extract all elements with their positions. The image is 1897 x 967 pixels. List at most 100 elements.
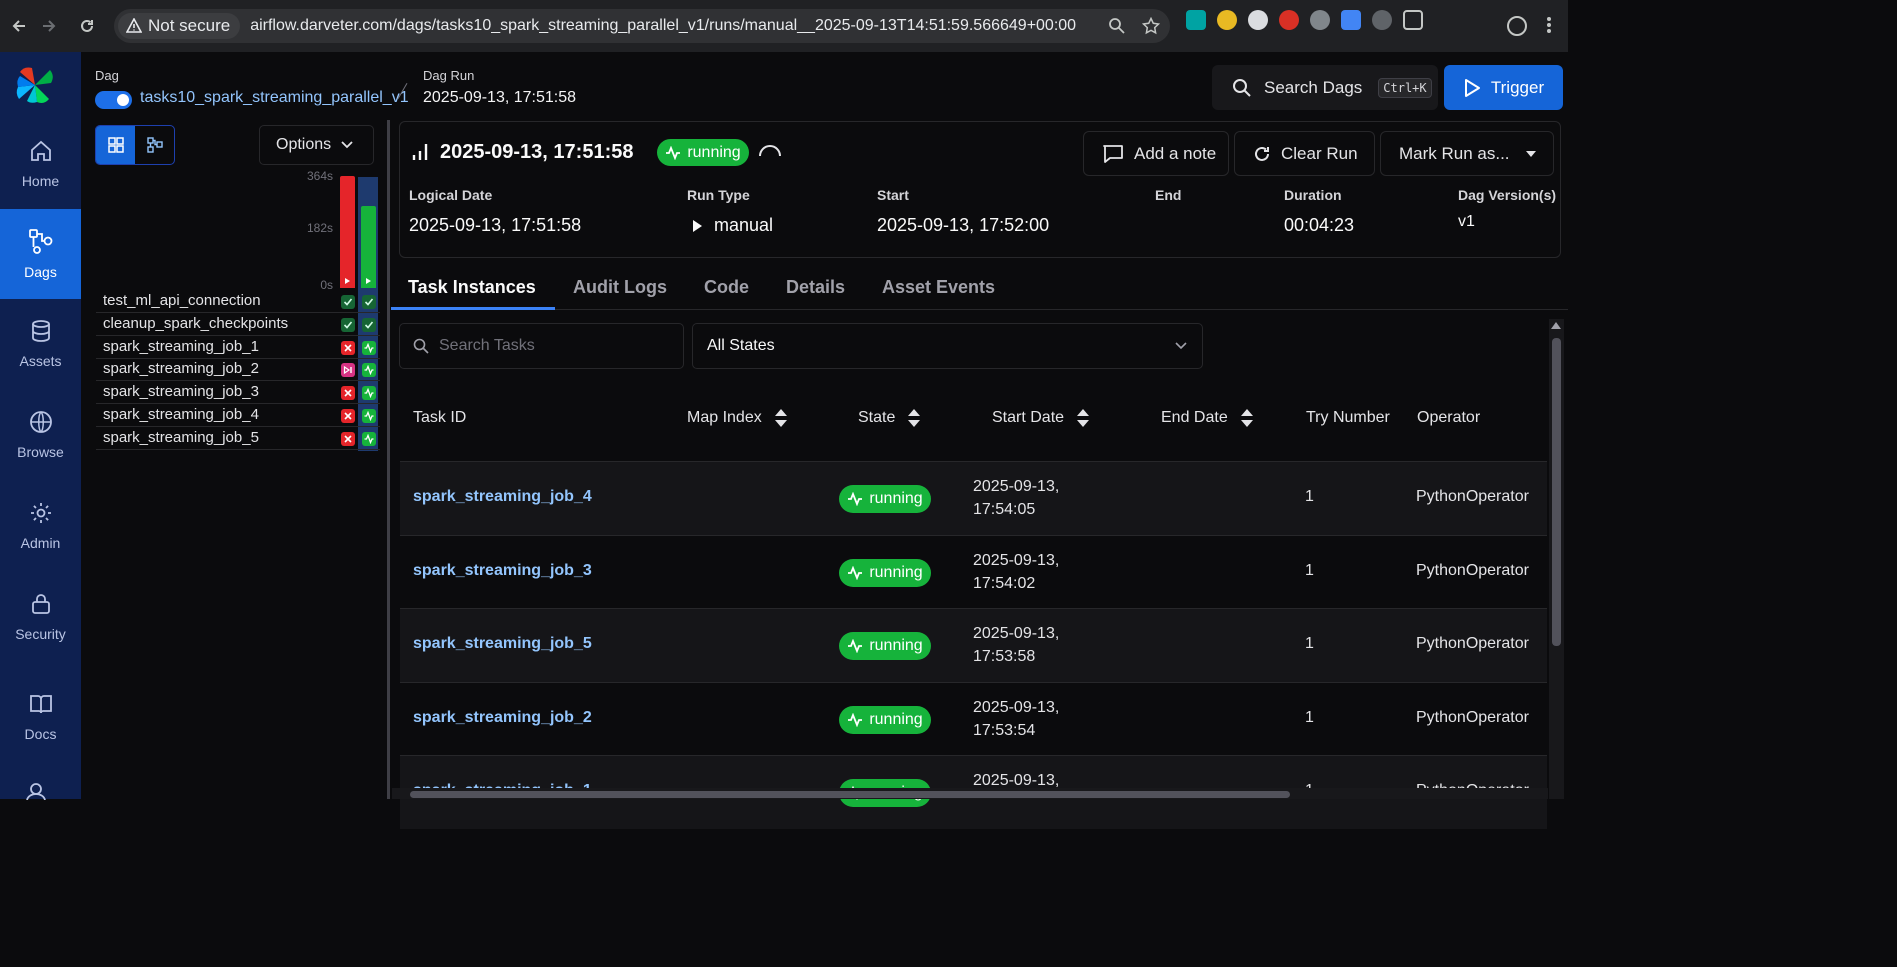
- task-instance-cell[interactable]: [341, 340, 355, 355]
- puzzle-icon[interactable]: [1403, 10, 1423, 30]
- task-instance-cell[interactable]: [362, 295, 376, 309]
- task-grid-name[interactable]: spark_streaming_job_5: [103, 429, 259, 446]
- state-label: running: [869, 490, 923, 507]
- scroll-up-icon[interactable]: [1551, 322, 1561, 329]
- menu-icon[interactable]: [1547, 16, 1551, 34]
- task-id-link[interactable]: spark_streaming_job_3: [413, 562, 592, 580]
- sidebar-item-admin[interactable]: Admin: [0, 481, 81, 571]
- task-grid-row[interactable]: spark_streaming_job_4: [96, 404, 380, 427]
- graph-view-button[interactable]: [135, 126, 174, 164]
- forward-icon[interactable]: [30, 7, 68, 45]
- options-dropdown[interactable]: Options: [259, 125, 374, 165]
- column-start-date[interactable]: Start Date: [992, 409, 1090, 427]
- spy-extension-icon[interactable]: [1248, 10, 1268, 30]
- task-instance-cell[interactable]: [362, 409, 376, 423]
- panel-resizer[interactable]: [387, 120, 390, 799]
- task-instance-cell[interactable]: [341, 363, 355, 378]
- running-icon: [364, 433, 374, 444]
- translate-extension-icon[interactable]: [1341, 10, 1361, 30]
- task-instance-cell[interactable]: [362, 317, 376, 332]
- task-instance-cell[interactable]: [341, 409, 355, 423]
- search-tasks-field[interactable]: [399, 323, 684, 369]
- trigger-button[interactable]: Trigger: [1444, 65, 1563, 110]
- task-instance-cell[interactable]: [341, 295, 355, 309]
- task-grid-name[interactable]: spark_streaming_job_4: [103, 406, 259, 423]
- search-dags-button[interactable]: Search Dags Ctrl+K: [1212, 65, 1438, 110]
- running-icon: [364, 365, 374, 376]
- task-id-link[interactable]: spark_streaming_job_2: [413, 709, 592, 727]
- sort-icon[interactable]: [1240, 409, 1254, 427]
- column-try-number[interactable]: Try Number: [1306, 409, 1390, 427]
- grid-view-button[interactable]: [96, 126, 135, 164]
- user-icon[interactable]: [25, 782, 47, 800]
- task-grid-name[interactable]: spark_streaming_job_2: [103, 360, 259, 377]
- task-grid-row[interactable]: test_ml_api_connection: [96, 290, 380, 313]
- reload-icon[interactable]: [68, 7, 106, 45]
- task-grid-row[interactable]: spark_streaming_job_1: [96, 336, 380, 359]
- disabled-extension-icon[interactable]: [1372, 10, 1392, 30]
- task-grid-row[interactable]: cleanup_spark_checkpoints: [96, 313, 380, 336]
- not-secure-badge[interactable]: Not secure: [118, 13, 241, 39]
- task-grid-name[interactable]: cleanup_spark_checkpoints: [103, 315, 288, 332]
- address-bar[interactable]: Not secure airflow.darveter.com/dags/tas…: [114, 9, 1170, 43]
- chevron-down-icon: [1175, 342, 1187, 350]
- task-instance-cell[interactable]: [341, 317, 355, 332]
- task-id-link[interactable]: spark_streaming_job_4: [413, 488, 592, 506]
- search-tasks-input[interactable]: [439, 337, 659, 355]
- dag-version-value[interactable]: v1: [1458, 213, 1475, 231]
- run-duration-bar[interactable]: [340, 176, 355, 288]
- task-instance-cell[interactable]: [362, 386, 376, 401]
- sort-icon[interactable]: [1076, 409, 1090, 427]
- dag-name-link[interactable]: tasks10_spark_streaming_parallel_v1: [140, 89, 409, 107]
- column-end-date[interactable]: End Date: [1161, 409, 1254, 427]
- sidebar-item-docs[interactable]: Docs: [0, 672, 81, 762]
- task-grid-name[interactable]: spark_streaming_job_1: [103, 338, 259, 355]
- sort-icon[interactable]: [907, 409, 921, 427]
- column-label: End Date: [1161, 409, 1228, 426]
- start-date-cell: 2025-09-13, 17:53:58: [973, 622, 1059, 668]
- task-grid-name[interactable]: spark_streaming_job_3: [103, 383, 259, 400]
- zoom-icon[interactable]: [1108, 17, 1126, 35]
- task-grid-row[interactable]: spark_streaming_job_2: [96, 358, 380, 382]
- add-note-button[interactable]: Add a note: [1083, 131, 1229, 176]
- column-operator[interactable]: Operator: [1417, 409, 1480, 427]
- run-duration-bar[interactable]: [361, 206, 376, 288]
- task-grid-row[interactable]: spark_streaming_job_3: [96, 381, 380, 405]
- tab-task-instances[interactable]: Task Instances: [408, 277, 536, 298]
- state-filter-select[interactable]: All States: [692, 323, 1203, 369]
- tab-code[interactable]: Code: [704, 277, 749, 298]
- profile-icon[interactable]: [1507, 16, 1527, 36]
- tab-audit-logs[interactable]: Audit Logs: [573, 277, 667, 298]
- column-state[interactable]: State: [858, 409, 921, 427]
- grey-extension-icon[interactable]: [1310, 10, 1330, 30]
- vertical-scroll-thumb[interactable]: [1552, 338, 1561, 646]
- sidebar-item-browse[interactable]: Browse: [0, 390, 81, 480]
- task-grid-name[interactable]: test_ml_api_connection: [103, 292, 261, 309]
- horizontal-scroll-thumb[interactable]: [410, 791, 1290, 798]
- mark-run-as-dropdown[interactable]: Mark Run as...: [1380, 131, 1554, 176]
- comment-icon: [1103, 144, 1123, 163]
- broom-extension-icon[interactable]: [1217, 10, 1237, 30]
- save-extension-icon[interactable]: [1186, 10, 1206, 30]
- block-extension-icon[interactable]: [1279, 10, 1299, 30]
- column-task-id[interactable]: Task ID: [413, 409, 466, 427]
- tab-details[interactable]: Details: [786, 277, 845, 298]
- tab-asset-events[interactable]: Asset Events: [882, 277, 995, 298]
- sidebar-item-dags[interactable]: Dags: [0, 209, 81, 299]
- task-instance-cell[interactable]: [362, 340, 376, 355]
- dag-pause-toggle[interactable]: [95, 91, 132, 109]
- task-instance-cell[interactable]: [341, 386, 355, 401]
- sidebar-item-security[interactable]: Security: [0, 572, 81, 662]
- sort-icon[interactable]: [774, 409, 788, 427]
- task-id-link[interactable]: spark_streaming_job_5: [413, 635, 592, 653]
- sidebar-item-assets[interactable]: Assets: [0, 299, 81, 389]
- task-grid-row[interactable]: spark_streaming_job_5: [96, 427, 380, 450]
- column-map-index[interactable]: Map Index: [687, 409, 788, 427]
- task-instance-cell[interactable]: [341, 431, 355, 446]
- sidebar-item-home[interactable]: Home: [0, 119, 81, 209]
- task-instance-cell[interactable]: [362, 363, 376, 378]
- star-icon[interactable]: [1142, 17, 1160, 35]
- task-instance-cell[interactable]: [362, 431, 376, 446]
- clear-run-button[interactable]: Clear Run: [1234, 131, 1375, 176]
- airflow-logo[interactable]: [14, 64, 56, 106]
